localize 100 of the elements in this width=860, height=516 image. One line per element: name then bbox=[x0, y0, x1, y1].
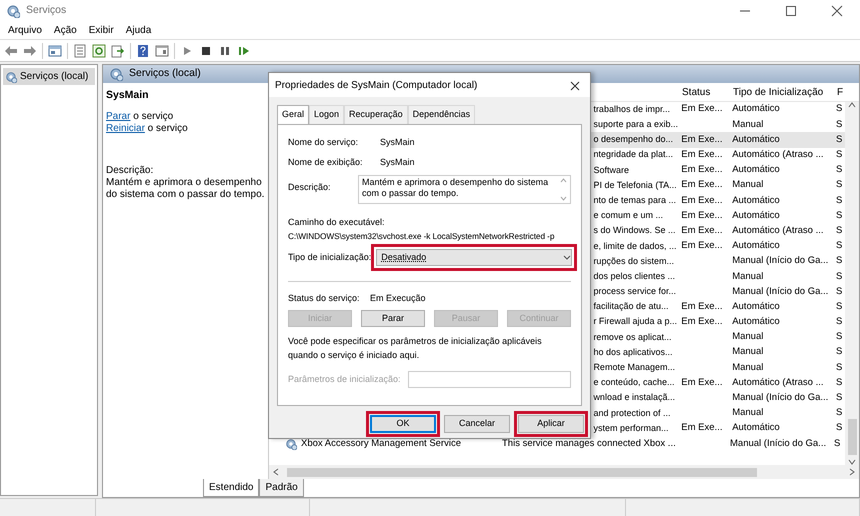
table-cell-text: Em Exe... bbox=[681, 194, 724, 208]
field-label: Parâmetros de inicialização: bbox=[288, 373, 401, 386]
dialog-tab[interactable]: Recuperação bbox=[344, 105, 408, 124]
table-cell-text: Em Exe... bbox=[681, 315, 724, 330]
table-cell-text: S bbox=[836, 345, 844, 360]
scrollbar-thumb[interactable] bbox=[848, 419, 856, 455]
table-cell-text: Automático (Atraso ... bbox=[732, 376, 825, 390]
table-cell-text: Manual (Início do Ga... bbox=[730, 436, 828, 451]
action-link[interactable]: Reiniciar bbox=[106, 123, 145, 134]
table-cell-text: Manual bbox=[732, 345, 764, 360]
field-label: Caminho do executável: bbox=[288, 216, 386, 229]
table-cell-text: dos pelos clientes ... bbox=[593, 270, 676, 283]
scroll-up-icon[interactable] bbox=[848, 102, 856, 108]
back-arrow-icon[interactable] bbox=[4, 44, 18, 58]
service-button[interactable]: Parar bbox=[361, 310, 425, 328]
table-cell-text: Automático bbox=[732, 102, 781, 116]
view-tab[interactable]: Padrão bbox=[259, 479, 304, 497]
service-row[interactable]: Xbox Accessory Management Service This service manages connected Xbox ... Manual (Início do Ga... S bbox=[269, 436, 845, 452]
table-cell-text: Automático bbox=[732, 163, 781, 178]
table-cell-text: Em Exe... bbox=[681, 421, 724, 436]
table-cell-text: S bbox=[836, 300, 844, 314]
startup-type-dropdown[interactable]: Desativado bbox=[376, 248, 572, 266]
scrollbar-thumb[interactable] bbox=[287, 468, 757, 476]
table-cell-text: S bbox=[836, 178, 844, 192]
table-cell-text: trabalhos de impr... bbox=[593, 102, 671, 116]
column-header[interactable]: F bbox=[837, 84, 846, 100]
table-cell-text: wnload e instalaçã... bbox=[593, 391, 676, 404]
menu-item[interactable]: Exibir bbox=[82, 23, 120, 38]
refresh-icon[interactable] bbox=[92, 44, 106, 58]
service-name: SysMain bbox=[106, 89, 150, 101]
menu-item[interactable]: Ação bbox=[48, 23, 83, 38]
table-cell-text: Manual bbox=[732, 406, 764, 420]
close-icon bbox=[570, 80, 580, 91]
path-text: C:\WINDOWS\system32\svchost.exe -k LocalSystemNetworkRestricted -p bbox=[288, 230, 556, 242]
menu-item[interactable]: Arquivo bbox=[2, 23, 48, 38]
help-icon[interactable] bbox=[136, 44, 150, 58]
field-label: Nome do serviço: bbox=[288, 136, 360, 149]
table-cell-text: S bbox=[836, 254, 844, 268]
table-cell-text: S bbox=[836, 132, 844, 147]
table-cell-text: Manual (Início do Ga... bbox=[732, 284, 830, 299]
window-icon[interactable] bbox=[155, 44, 169, 58]
gears-icon bbox=[285, 438, 297, 450]
chevron-down-icon bbox=[563, 254, 572, 260]
table-cell-text: Em Exe... bbox=[681, 300, 724, 314]
table-cell-text: process service for... bbox=[593, 285, 677, 298]
table-cell-text: Em Exe... bbox=[681, 224, 724, 238]
table-cell-text: S bbox=[836, 270, 844, 284]
table-cell-text: S bbox=[836, 194, 844, 208]
column-header[interactable]: Tipo de Inicialização bbox=[733, 84, 837, 100]
table-cell-text: Automático (Atraso ... bbox=[732, 148, 825, 162]
table-cell-text: Automático (Atraso ... bbox=[732, 224, 825, 238]
description-label: Descrição: bbox=[106, 165, 154, 177]
table-cell-text: S bbox=[836, 118, 844, 132]
scroll-right-icon[interactable] bbox=[849, 468, 855, 476]
action-text: o serviço bbox=[132, 111, 174, 122]
table-cell-text: S bbox=[836, 360, 844, 375]
tree-item[interactable]: Serviços (local) bbox=[3, 68, 95, 85]
table-cell-text: Manual bbox=[732, 330, 764, 344]
table-cell-text: facilitação de atu... bbox=[593, 300, 670, 314]
table-cell-text: Em Exe... bbox=[681, 163, 724, 178]
view-tab[interactable]: Estendido bbox=[203, 479, 260, 497]
table-cell-text: S bbox=[836, 208, 844, 223]
action-link[interactable]: Parar bbox=[106, 111, 130, 122]
table-cell-text: S bbox=[836, 239, 844, 254]
table-cell-text: ho dos aplicativos... bbox=[593, 346, 674, 359]
export-icon[interactable] bbox=[111, 44, 125, 58]
table-cell-text: S bbox=[836, 148, 844, 162]
scroll-down-icon[interactable] bbox=[848, 459, 856, 465]
table-cell-text: S bbox=[836, 376, 844, 390]
table-cell-text: suporte para a exib... bbox=[593, 118, 679, 132]
action-text: o serviço bbox=[146, 123, 188, 134]
pane-title: Serviços (local) bbox=[129, 66, 201, 82]
dialog-tab[interactable]: Geral bbox=[277, 105, 310, 124]
description-text: Mantém e aprimora o desempenho do sistema com o passar do tempo. bbox=[362, 177, 550, 200]
table-cell-text: Em Exe... bbox=[681, 208, 724, 223]
dialog-button[interactable]: Cancelar bbox=[444, 414, 510, 432]
table-cell-text: e, limite de dados, ... bbox=[593, 240, 678, 253]
table-cell-text: S bbox=[836, 421, 844, 436]
list-icon[interactable] bbox=[73, 44, 87, 58]
table-cell-text: Em Exe... bbox=[681, 148, 724, 162]
table-cell-text: Manual (Início do Ga... bbox=[732, 254, 830, 268]
dialog-tab[interactable]: Dependências bbox=[408, 105, 476, 124]
table-cell-text: ntegridade da plat... bbox=[593, 148, 674, 162]
field-value: SysMain bbox=[380, 156, 415, 169]
table-cell-text: S bbox=[836, 330, 844, 344]
table-cell-text: S bbox=[836, 224, 844, 238]
dialog-button[interactable]: OK bbox=[370, 414, 436, 432]
dialog-tab[interactable]: Logon bbox=[309, 105, 344, 124]
description-text: Mantém e aprimora o desempenho do sistema com o passar do tempo. bbox=[106, 177, 265, 201]
menu-item[interactable]: Ajuda bbox=[120, 23, 158, 38]
forward-arrow-icon[interactable] bbox=[23, 44, 37, 58]
field-label: Descrição: bbox=[288, 181, 332, 194]
table-cell-text: Em Exe... bbox=[681, 239, 724, 254]
console-tree-icon[interactable] bbox=[48, 44, 62, 58]
table-cell-text: Manual bbox=[732, 178, 764, 192]
table-cell-text: Software bbox=[593, 164, 630, 177]
field-value: SysMain bbox=[380, 136, 415, 149]
column-header[interactable]: Status bbox=[682, 84, 733, 100]
scroll-left-icon[interactable] bbox=[273, 468, 279, 476]
dialog-button[interactable]: Aplicar bbox=[518, 414, 584, 432]
